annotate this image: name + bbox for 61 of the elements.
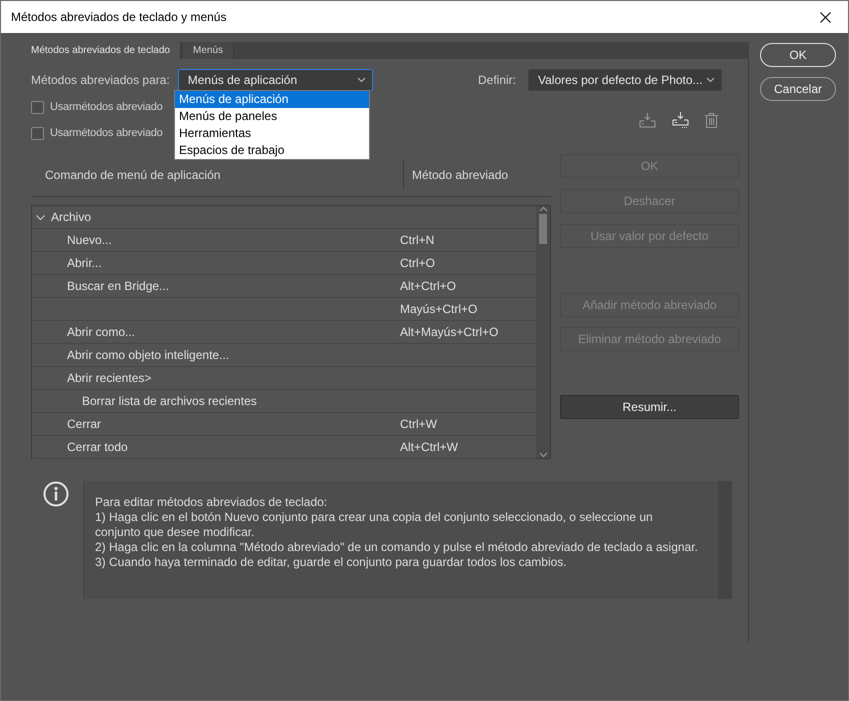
checkbox-label: Usarmétodos abreviado bbox=[50, 127, 163, 139]
command-cell-text: Abrir recientes> bbox=[66, 371, 152, 385]
shortcut-cell: Alt+Ctrl+W bbox=[400, 440, 458, 454]
instruction-text: 2) Haga clic en la columna "Método abreviado" de un comando y pulse el método abreviado de teclado a asignar. bbox=[95, 540, 698, 555]
scroll-up-icon[interactable] bbox=[538, 206, 548, 212]
chevron-down-icon bbox=[706, 77, 715, 83]
command-cell-text: Abrir... bbox=[66, 256, 103, 270]
shortcut-cell: Mayús+Ctrl+O bbox=[400, 302, 478, 316]
column-header: Método abreviado bbox=[411, 168, 510, 182]
instruction-text: Para editar métodos abreviados de teclado: bbox=[95, 495, 328, 510]
command-cell-text: Cerrar todo bbox=[66, 440, 129, 454]
dialog-button[interactable]: OK bbox=[760, 43, 836, 67]
checkbox[interactable] bbox=[31, 126, 44, 140]
window-title: Métodos abreviados de teclado y menús bbox=[11, 10, 226, 24]
table-row[interactable]: Cerrar todo Alt+Ctrl+W bbox=[32, 436, 536, 459]
checkbox[interactable] bbox=[31, 100, 44, 114]
shortcut-cell: Ctrl+N bbox=[400, 233, 434, 247]
shortcuts-for-dropdown[interactable]: Menús de aplicación bbox=[178, 69, 373, 91]
new-set-icon[interactable] bbox=[672, 112, 689, 129]
scroll-thumb[interactable] bbox=[539, 214, 547, 244]
scroll-down-icon[interactable] bbox=[538, 452, 548, 458]
group-row[interactable]: Archivo bbox=[32, 206, 536, 229]
command-cell-text: Abrir como... bbox=[66, 325, 136, 339]
save-set-icon[interactable] bbox=[639, 113, 656, 128]
command-cell-text: Buscar en Bridge... bbox=[66, 279, 170, 293]
scrollbar[interactable] bbox=[536, 206, 550, 458]
table-row[interactable]: Abrir recientes> bbox=[32, 367, 536, 390]
table-row[interactable]: Cerrar Ctrl+W bbox=[32, 413, 536, 436]
shortcut-cell: Alt+Ctrl+O bbox=[400, 279, 456, 293]
table-row[interactable]: Borrar lista de archivos recientes bbox=[32, 390, 536, 413]
table-row[interactable]: Abrir como... Alt+Mayús+Ctrl+O bbox=[32, 321, 536, 344]
group-label: Archivo bbox=[51, 210, 92, 224]
instruction-text: 1) Haga clic en el botón Nuevo conjunto para crear una copia del conjunto seleccionado, o seleccione un conjunto que desee modificar. bbox=[95, 510, 654, 540]
tab[interactable]: Métodos abreviados de teclado bbox=[21, 42, 181, 59]
trash-icon[interactable] bbox=[705, 113, 718, 128]
shortcut-cell: Ctrl+W bbox=[400, 417, 437, 431]
set-dropdown[interactable]: Valores por defecto de Photo... bbox=[528, 69, 722, 91]
action-button[interactable]: Resumir... bbox=[560, 395, 739, 419]
info-icon bbox=[43, 481, 69, 507]
command-cell-text: Abrir como objeto inteligente... bbox=[66, 348, 230, 362]
table-row[interactable]: Mayús+Ctrl+O bbox=[32, 298, 536, 321]
chevron-down-icon[interactable] bbox=[36, 212, 45, 222]
field-label: Métodos abreviados para: bbox=[31, 73, 170, 87]
dialog-button[interactable]: Cancelar bbox=[760, 77, 836, 101]
close-icon bbox=[820, 12, 830, 22]
table-row[interactable]: Abrir como objeto inteligente... bbox=[32, 344, 536, 367]
command-cell-text: Cerrar bbox=[66, 417, 102, 431]
table-row[interactable]: Buscar en Bridge... Alt+Ctrl+O bbox=[32, 275, 536, 298]
instruction-text: 3) Cuando haya terminado de editar, guarde el conjunto para guardar todos los cambios. bbox=[95, 555, 568, 570]
command-cell-text: Nuevo... bbox=[66, 233, 113, 247]
table-row[interactable]: Abrir... Ctrl+O bbox=[32, 252, 536, 275]
chevron-down-icon bbox=[356, 77, 366, 83]
table-row[interactable]: Nuevo... Ctrl+N bbox=[32, 229, 536, 252]
shortcut-cell: Ctrl+O bbox=[400, 256, 436, 270]
shortcut-cell: Alt+Mayús+Ctrl+O bbox=[400, 325, 498, 339]
checkbox-label: Usarmétodos abreviado bbox=[50, 101, 163, 113]
field-label: Definir: bbox=[478, 73, 516, 87]
tab[interactable]: Menús bbox=[182, 42, 234, 59]
command-cell-text: Borrar lista de archivos recientes bbox=[81, 394, 258, 408]
column-header: Comando de menú de aplicación bbox=[44, 168, 222, 182]
menu-item[interactable]: Menús de aplicación bbox=[175, 91, 369, 108]
